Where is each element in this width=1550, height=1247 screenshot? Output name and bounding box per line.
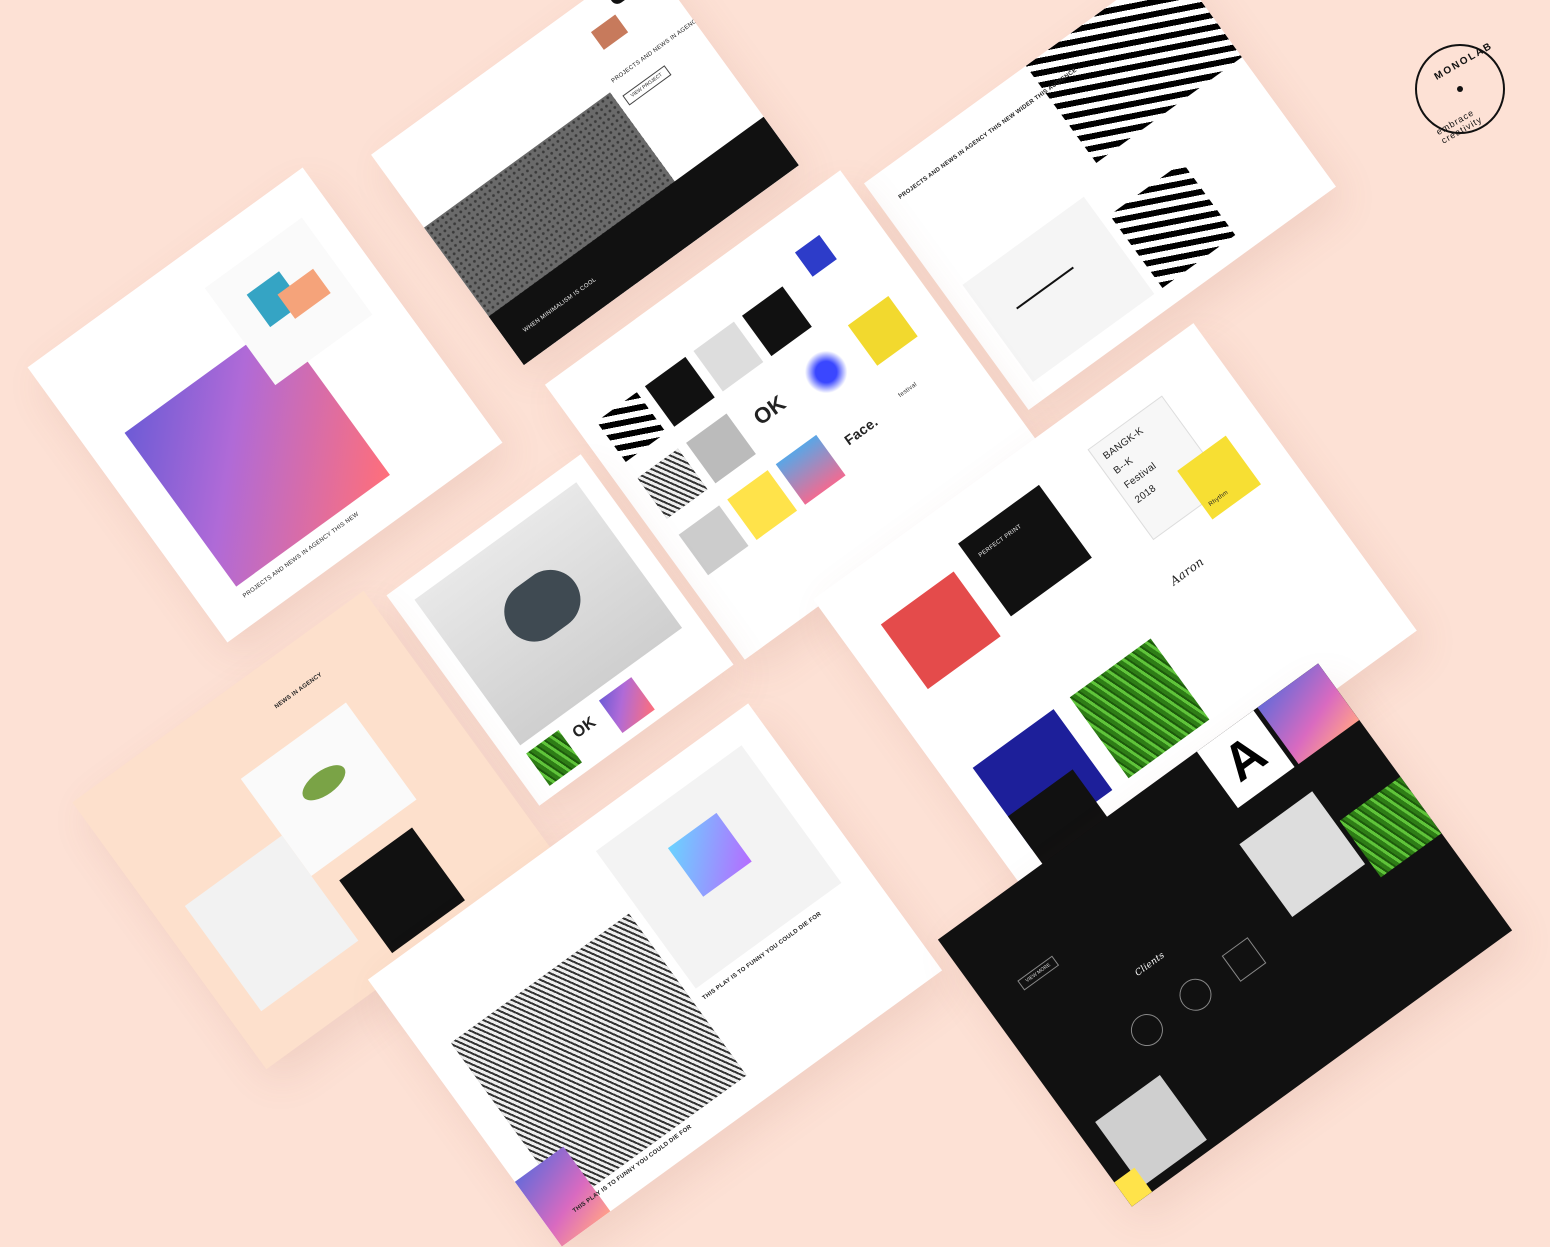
view-more-button[interactable]: VIEW MORE [1017,955,1060,991]
portrait-photo [1095,1075,1207,1187]
black-speaker-image [607,0,649,7]
client-logo [1221,937,1267,982]
brand-tagline: embrace creativity [1434,107,1484,146]
ok-thumb-text: OK [569,713,600,742]
client-logo [1124,1007,1170,1053]
poster-line: BANGK-K [1101,425,1146,463]
red-book-image [880,571,1001,690]
festival-text: festival [897,381,919,399]
poster-line: B--K [1111,455,1136,477]
card-headline: PROJECTS AND NEWS IN AGENCY THIS NEW WID… [610,0,790,85]
grid-tile [693,321,764,392]
brand-name: MONOLAB [1432,40,1496,83]
person-image [184,835,359,1012]
orange-wallet-image [590,14,629,50]
rhythm-label: Rhythm [1207,489,1230,508]
grid-tile [678,505,749,576]
ok-logo-text: OK [748,390,791,431]
client-logo [1173,972,1218,1018]
dark-fern-image [958,484,1092,617]
yellow-tile [727,470,798,540]
grid-tile [596,392,667,462]
yellow-pattern-tile [847,295,918,366]
books-tile [775,434,846,505]
grid-tile [644,356,715,427]
crowd-silhouette-image [1239,791,1366,918]
badge-center-dot [1457,86,1463,92]
clients-title: Clients [1133,950,1167,979]
face-logo-text: Face. [841,413,881,449]
purple-thumb [598,677,655,733]
grid-tile [637,448,708,519]
blue-shape-tile [794,234,837,277]
card-headline: PROJECTS AND NEWS IN AGENCY THIS NEW WID… [897,67,1079,201]
poster-line: 2018 [1132,483,1159,506]
brand-logo-badge[interactable]: MONOLAB embrace creativity [1415,40,1505,146]
card-headline: NEWS IN AGENCY [273,671,324,711]
letter-a: A [1212,723,1278,794]
blue-dot-tile [791,337,862,407]
grid-tile [742,286,812,357]
grass-thumb [526,729,582,786]
signature-text: Aaron [1167,554,1207,589]
grid-tile [686,413,756,484]
